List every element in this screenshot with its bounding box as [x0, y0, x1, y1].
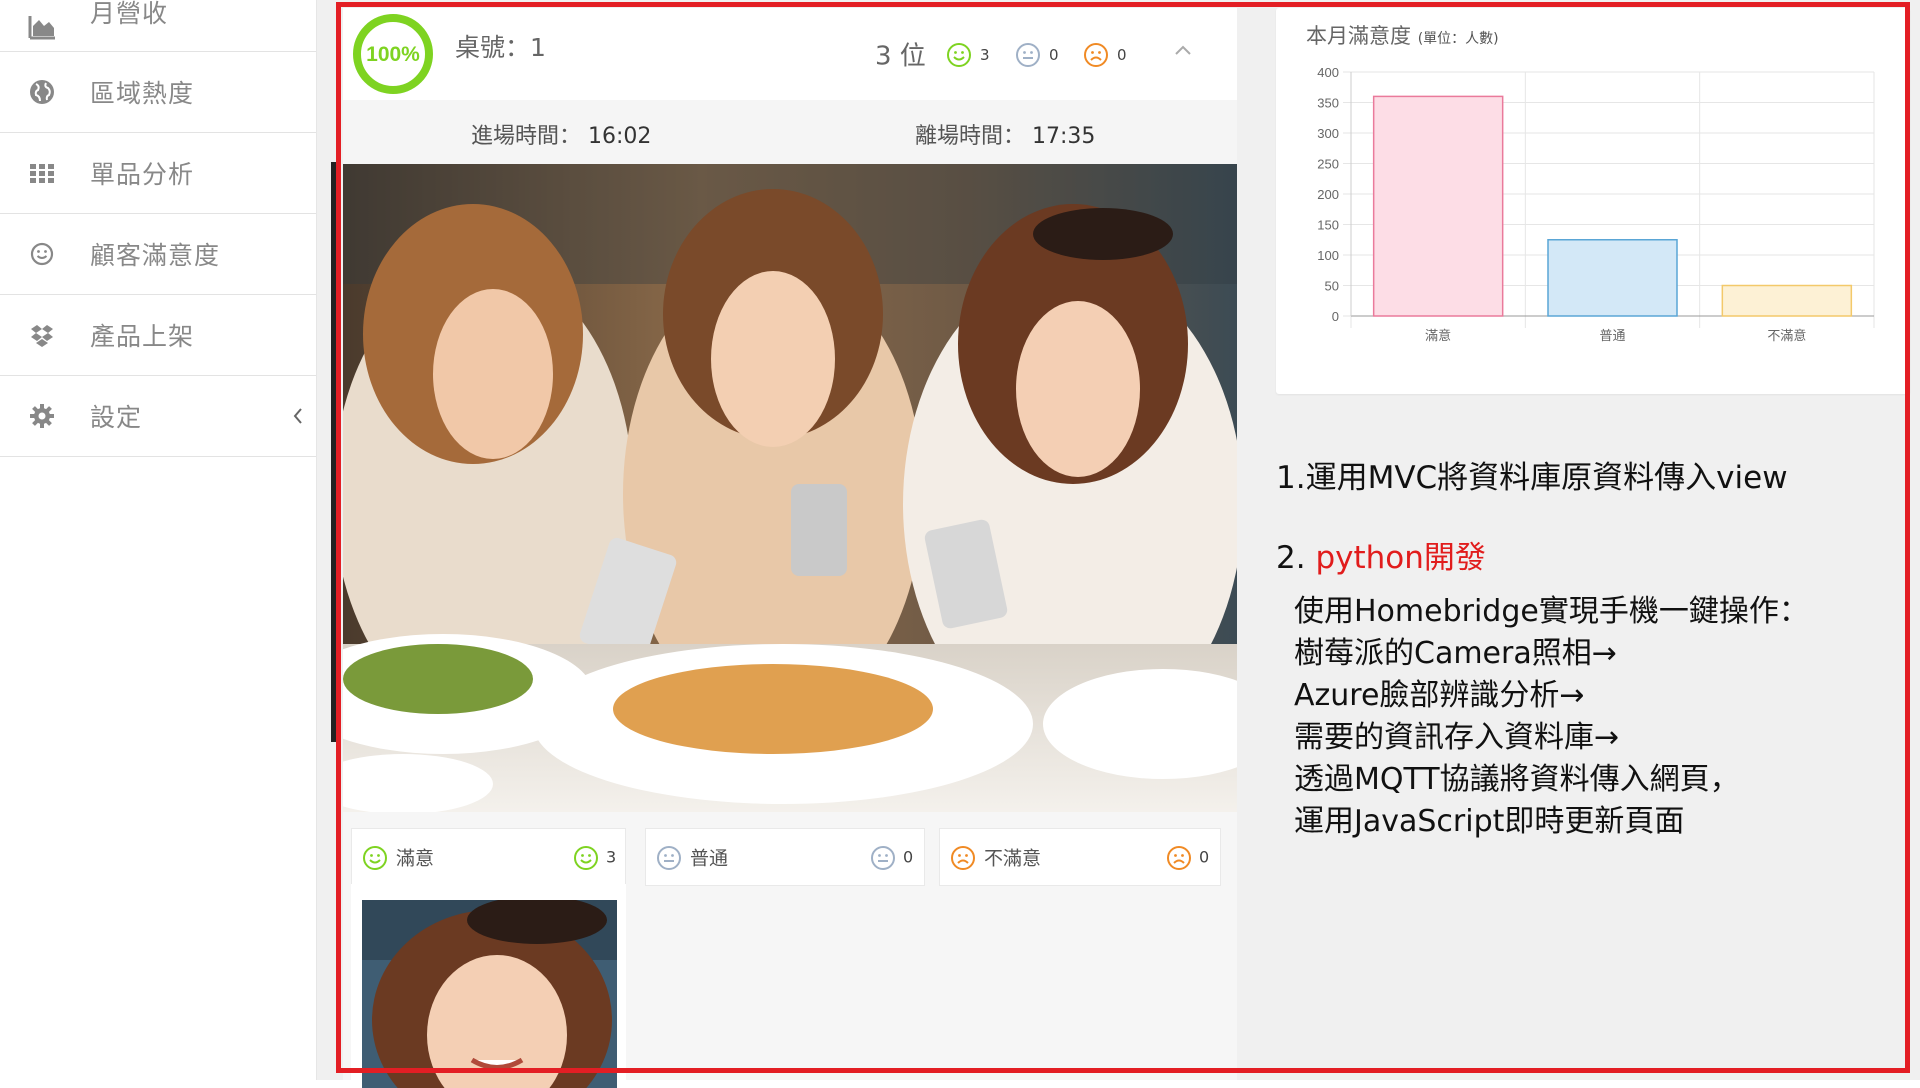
bar — [1372, 95, 1504, 317]
sidebar-item-label: 月營收 — [90, 0, 169, 28]
neutral-face-icon — [871, 846, 895, 870]
sidebar-item-product-listing[interactable]: 產品上架 — [0, 295, 316, 376]
column-label: 滿意 — [396, 847, 435, 870]
smile-icon — [363, 846, 387, 870]
y-tick-label: 300 — [1317, 126, 1339, 141]
table-photo — [343, 164, 1237, 812]
table-card: 100% 桌號：1 3 位 3 0 0 進場時間： 16:02 離場時間： 17… — [343, 8, 1237, 1088]
note-detail: Azure臉部辨識分析→ — [1294, 678, 1585, 713]
sidebar: 月營收 區域熱度 單品分析 顧客滿意度 產品上架 設定 — [0, 0, 317, 1080]
x-tick-label: 不滿意 — [1767, 328, 1806, 344]
satisfied-count: 3 — [980, 46, 990, 64]
sidebar-item-customer-satisfaction[interactable]: 顧客滿意度 — [0, 214, 316, 295]
progress-label: 100% — [366, 43, 420, 66]
header-neutral-count: 0 — [1015, 42, 1059, 68]
column-satisfied[interactable]: 滿意 3 — [351, 828, 626, 886]
x-tick-label: 滿意 — [1425, 328, 1451, 344]
satisfaction-bar-chart: 0 50 100 150 200 250 300 350 400 滿意 普通 不滿意 — [1317, 65, 1875, 344]
leave-time-value: 17:35 — [1032, 124, 1096, 149]
sidebar-item-region-heat[interactable]: 區域熱度 — [0, 52, 316, 133]
column-label: 不滿意 — [984, 847, 1042, 870]
neutral-face-icon — [657, 846, 681, 870]
column-neutral[interactable]: 普通 0 — [645, 828, 925, 886]
note-line-2: 2. python開發 — [1276, 532, 1486, 577]
column-count: 0 — [903, 847, 914, 867]
sidebar-item-monthly-revenue[interactable]: 月營收 — [0, 0, 316, 52]
chevron-up-icon[interactable] — [1174, 44, 1192, 56]
column-label: 普通 — [690, 847, 729, 870]
frown-icon — [951, 846, 975, 870]
customer-thumbnail[interactable] — [362, 900, 617, 1088]
note-detail: 樹莓派的Camera照相→ — [1294, 636, 1617, 671]
x-tick-label: 普通 — [1599, 329, 1625, 344]
y-tick-label: 100 — [1317, 248, 1339, 263]
column-count: 3 — [606, 847, 617, 867]
header-unsatisfied-count: 0 — [1083, 42, 1127, 68]
frown-icon — [1167, 846, 1191, 870]
note-line-1: 1.運用MVC將資料庫原資料傳入view — [1276, 460, 1788, 496]
enter-time-label: 進場時間： — [471, 124, 582, 149]
leave-time-label: 離場時間： — [915, 124, 1026, 149]
y-tick-label: 50 — [1325, 279, 1339, 294]
table-number: 桌號：1 — [455, 33, 546, 62]
note-detail: 透過MQTT協議將資料傳入網頁， — [1294, 762, 1740, 797]
grid-icon — [30, 164, 54, 183]
leave-time: 離場時間： 17:35 — [915, 118, 1095, 150]
frown-icon — [1084, 43, 1108, 67]
neutral-face-icon — [1016, 43, 1040, 67]
y-tick-label: 400 — [1317, 65, 1339, 80]
globe-icon — [30, 80, 54, 104]
sidebar-item-product-analysis[interactable]: 單品分析 — [0, 133, 316, 214]
note-detail: 運用JavaScript即時更新頁面 — [1294, 804, 1685, 839]
smile-icon — [574, 846, 598, 870]
dropbox-icon — [31, 325, 53, 347]
y-tick-label: 0 — [1332, 309, 1339, 324]
column-unsatisfied[interactable]: 不滿意 0 — [939, 828, 1221, 886]
sidebar-item-label: 設定 — [90, 403, 143, 432]
y-tick-label: 350 — [1317, 96, 1339, 111]
progress-ring: 100% — [353, 14, 433, 94]
bar — [1721, 284, 1853, 317]
note-detail: 需要的資訊存入資料庫→ — [1294, 720, 1620, 755]
note-line-2-prefix: 2. — [1276, 540, 1306, 576]
sidebar-item-label: 產品上架 — [90, 322, 195, 351]
guest-count: 3 位 — [875, 41, 926, 72]
area-chart-icon — [28, 16, 55, 40]
satisfaction-chart-card: 本月滿意度 (單位：人數) 0 50 100 150 200 250 300 350 400 滿意… — [1276, 8, 1910, 394]
neutral-count: 0 — [1049, 46, 1059, 64]
bar — [1547, 239, 1678, 317]
divider-strip — [331, 162, 337, 742]
chevron-left-icon[interactable] — [292, 407, 304, 425]
sidebar-item-settings[interactable]: 設定 — [0, 376, 316, 457]
y-tick-label: 250 — [1317, 157, 1339, 172]
time-row: 進場時間： 16:02 離場時間： 17:35 — [343, 100, 1237, 168]
note-detail: 使用Homebridge實現手機一鍵操作： — [1294, 594, 1809, 629]
table-card-header[interactable]: 100% 桌號：1 3 位 3 0 0 — [343, 8, 1237, 100]
unsatisfied-count: 0 — [1117, 46, 1127, 64]
note-line-2-highlight: python開發 — [1315, 540, 1486, 576]
y-tick-label: 150 — [1317, 218, 1339, 233]
gear-icon — [30, 404, 54, 428]
enter-time-value: 16:02 — [588, 124, 652, 149]
sidebar-item-label: 單品分析 — [90, 160, 195, 189]
y-tick-label: 200 — [1317, 187, 1339, 202]
header-satisfied-count: 3 — [946, 42, 990, 68]
column-count: 0 — [1199, 847, 1210, 867]
enter-time: 進場時間： 16:02 — [471, 118, 651, 150]
sidebar-item-label: 區域熱度 — [90, 79, 195, 108]
sidebar-item-label: 顧客滿意度 — [90, 241, 221, 270]
smile-icon — [30, 242, 54, 266]
smile-icon — [947, 43, 971, 67]
